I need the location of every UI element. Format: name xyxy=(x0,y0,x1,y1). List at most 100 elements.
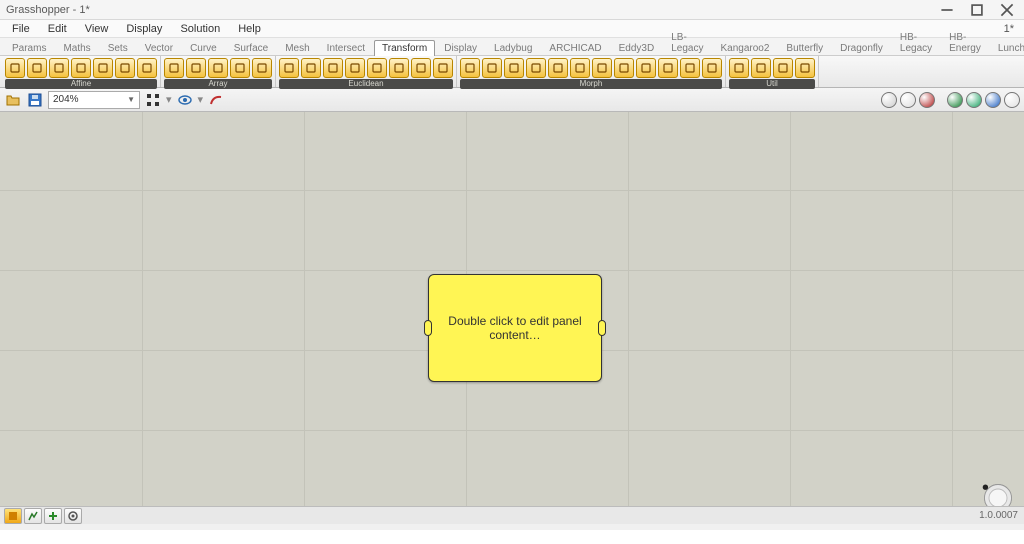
sb-mode-icon[interactable] xyxy=(64,508,82,524)
tool-euclidean-5[interactable] xyxy=(389,58,409,78)
ribbon: AffineArrayEuclideanMorphUtil xyxy=(0,56,1024,88)
group-morph: Morph xyxy=(457,56,726,87)
tool-euclidean-0[interactable] xyxy=(279,58,299,78)
statusbar: 1.0.0007 xyxy=(0,506,1024,524)
titlebar: Grasshopper - 1* xyxy=(0,0,1024,20)
tab-sets[interactable]: Sets xyxy=(100,40,136,56)
tool-morph-0[interactable] xyxy=(460,58,480,78)
footer-strip xyxy=(0,524,1024,530)
menu-help[interactable]: Help xyxy=(230,21,269,37)
display-mode-orb-6[interactable] xyxy=(1004,92,1020,108)
tool-morph-4[interactable] xyxy=(548,58,568,78)
tab-dragonfly[interactable]: Dragonfly xyxy=(832,40,891,56)
tool-morph-8[interactable] xyxy=(636,58,656,78)
tab-params[interactable]: Params xyxy=(4,40,54,56)
tool-array-0[interactable] xyxy=(164,58,184,78)
tool-morph-6[interactable] xyxy=(592,58,612,78)
category-tabs: ParamsMathsSetsVectorCurveSurfaceMeshInt… xyxy=(0,38,1024,56)
tool-morph-10[interactable] xyxy=(680,58,700,78)
window-title: Grasshopper - 1* xyxy=(6,4,940,16)
zoom-combo[interactable]: 204% ▼ xyxy=(48,91,140,109)
display-mode-orb-5[interactable] xyxy=(985,92,1001,108)
sb-add-icon[interactable] xyxy=(44,508,62,524)
tool-morph-7[interactable] xyxy=(614,58,634,78)
panel-input-grip[interactable] xyxy=(424,320,432,336)
tab-kangaroo2[interactable]: Kangaroo2 xyxy=(712,40,777,56)
tool-euclidean-2[interactable] xyxy=(323,58,343,78)
tool-array-2[interactable] xyxy=(208,58,228,78)
tool-euclidean-1[interactable] xyxy=(301,58,321,78)
tab-display[interactable]: Display xyxy=(436,40,485,56)
menu-display[interactable]: Display xyxy=(118,21,170,37)
close-button[interactable] xyxy=(1000,3,1014,17)
display-mode-orb-4[interactable] xyxy=(966,92,982,108)
menu-file[interactable]: File xyxy=(4,21,38,37)
tool-euclidean-6[interactable] xyxy=(411,58,431,78)
display-mode-orb-3[interactable] xyxy=(947,92,963,108)
tool-util-1[interactable] xyxy=(751,58,771,78)
maximize-button[interactable] xyxy=(970,3,984,17)
menu-solution[interactable]: Solution xyxy=(172,21,228,37)
tab-mesh[interactable]: Mesh xyxy=(277,40,317,56)
tab-transform[interactable]: Transform xyxy=(374,40,435,56)
tab-butterfly[interactable]: Butterfly xyxy=(778,40,831,56)
tool-morph-2[interactable] xyxy=(504,58,524,78)
group-util: Util xyxy=(726,56,819,87)
tool-affine-6[interactable] xyxy=(137,58,157,78)
display-mode-orb-2[interactable] xyxy=(919,92,935,108)
tool-affine-4[interactable] xyxy=(93,58,113,78)
menu-edit[interactable]: Edit xyxy=(40,21,75,37)
zoom-value: 204% xyxy=(53,94,79,105)
sketch-button[interactable] xyxy=(207,91,225,109)
group-array: Array xyxy=(161,56,276,87)
tab-surface[interactable]: Surface xyxy=(226,40,276,56)
canvas[interactable]: Double click to edit panel content… xyxy=(0,112,1024,506)
tab-lunchbox[interactable]: LunchBox xyxy=(990,40,1024,56)
tool-affine-2[interactable] xyxy=(49,58,69,78)
tool-affine-1[interactable] xyxy=(27,58,47,78)
menu-view[interactable]: View xyxy=(77,21,117,37)
tab-maths[interactable]: Maths xyxy=(55,40,98,56)
compass-widget[interactable] xyxy=(980,480,1016,506)
tab-hb-energy[interactable]: HB-Energy xyxy=(941,29,989,56)
tool-euclidean-7[interactable] xyxy=(433,58,453,78)
window-controls xyxy=(940,3,1018,17)
tool-euclidean-3[interactable] xyxy=(345,58,365,78)
tool-morph-1[interactable] xyxy=(482,58,502,78)
tab-eddy3d[interactable]: Eddy3D xyxy=(611,40,663,56)
display-mode-orb-1[interactable] xyxy=(900,92,916,108)
tool-affine-3[interactable] xyxy=(71,58,91,78)
tool-array-3[interactable] xyxy=(230,58,250,78)
tool-array-1[interactable] xyxy=(186,58,206,78)
tool-affine-0[interactable] xyxy=(5,58,25,78)
tool-util-2[interactable] xyxy=(773,58,793,78)
tab-lb-legacy[interactable]: LB-Legacy xyxy=(663,29,711,56)
open-button[interactable] xyxy=(4,91,22,109)
tab-archicad[interactable]: ARCHICAD xyxy=(541,40,609,56)
preview-toggle[interactable] xyxy=(176,91,194,109)
minimize-button[interactable] xyxy=(940,3,954,17)
tab-intersect[interactable]: Intersect xyxy=(319,40,373,56)
sb-canvas-toolbar-icon[interactable] xyxy=(4,508,22,524)
tool-morph-11[interactable] xyxy=(702,58,722,78)
view-toolbar: 204% ▼ ▾ ▾ xyxy=(0,88,1024,112)
tab-curve[interactable]: Curve xyxy=(182,40,225,56)
tool-array-4[interactable] xyxy=(252,58,272,78)
display-mode-orb-0[interactable] xyxy=(881,92,897,108)
tool-util-3[interactable] xyxy=(795,58,815,78)
zoom-extents-button[interactable] xyxy=(144,91,162,109)
tab-hb-legacy[interactable]: HB-Legacy xyxy=(892,29,940,56)
tool-morph-5[interactable] xyxy=(570,58,590,78)
sb-markov-icon[interactable] xyxy=(24,508,42,524)
tool-euclidean-4[interactable] xyxy=(367,58,387,78)
tool-morph-3[interactable] xyxy=(526,58,546,78)
panel-output-grip[interactable] xyxy=(598,320,606,336)
tab-ladybug[interactable]: Ladybug xyxy=(486,40,540,56)
tool-util-0[interactable] xyxy=(729,58,749,78)
tool-morph-9[interactable] xyxy=(658,58,678,78)
save-button[interactable] xyxy=(26,91,44,109)
tab-vector[interactable]: Vector xyxy=(137,40,181,56)
panel-component[interactable]: Double click to edit panel content… xyxy=(428,274,602,382)
menubar: File Edit View Display Solution Help 1* xyxy=(0,20,1024,38)
tool-affine-5[interactable] xyxy=(115,58,135,78)
